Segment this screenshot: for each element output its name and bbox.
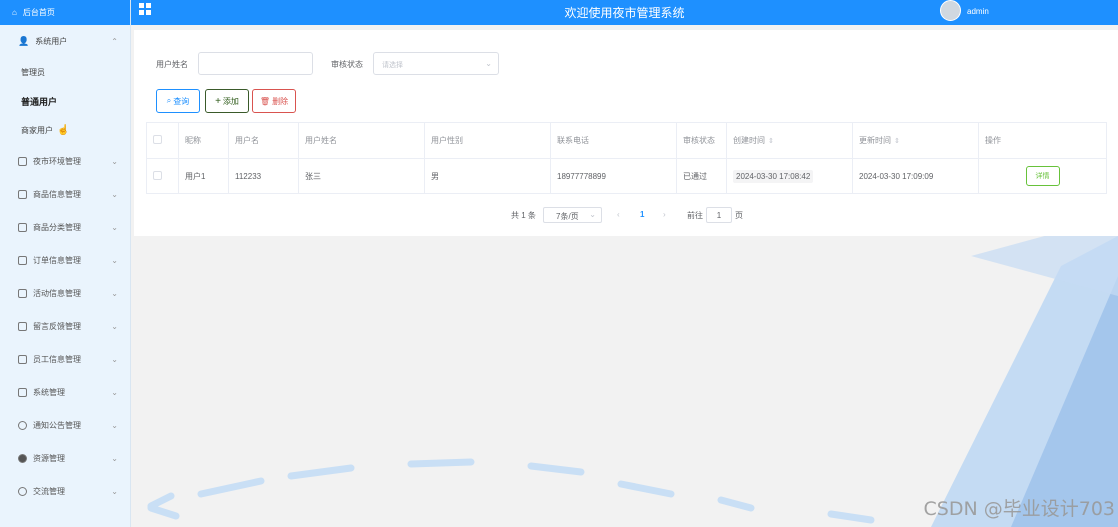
- menu-system[interactable]: 系统管理 ⌄: [0, 376, 130, 409]
- column-header-sortable[interactable]: 创建时间 ⇕: [726, 122, 853, 159]
- page-suffix: 页: [735, 211, 743, 220]
- main-panel: 用户姓名 审核状态 请选择 ⌄ ⌕ 查询 + 添加 🗑 删除 昵称 用户名 用户…: [134, 30, 1118, 236]
- sidebar-home-label: 后台首页: [22, 8, 55, 17]
- query-button[interactable]: ⌕ 查询: [156, 89, 200, 113]
- avatar[interactable]: [940, 0, 961, 21]
- pin-icon: [18, 454, 27, 463]
- column-header-sortable[interactable]: 更新时间 ⇕: [852, 122, 979, 159]
- goto-input[interactable]: 1: [706, 207, 732, 223]
- column-header: 审核状态: [676, 122, 727, 159]
- cursor-icon: ☝: [57, 125, 70, 136]
- status-filter-label: 审核状态: [331, 60, 363, 69]
- menu-communication[interactable]: 交流管理 ⌄: [0, 475, 130, 508]
- chevron-up-icon: ⌃: [111, 37, 118, 46]
- status-filter-placeholder: 请选择: [382, 62, 403, 69]
- menu-staff[interactable]: 员工信息管理 ⌄: [0, 343, 130, 376]
- doc-icon: [18, 223, 27, 232]
- column-header: 用户姓名: [298, 122, 425, 159]
- row-checkbox[interactable]: [153, 170, 162, 180]
- doc-icon: [18, 190, 27, 199]
- cell-realname: 张三: [298, 158, 425, 194]
- chat-icon: [18, 487, 27, 496]
- column-header: 联系电话: [550, 122, 677, 159]
- decorative-background: [131, 236, 1118, 527]
- pagination: 共 1 条 7条/页 ⌄ ‹ 1 › 前往 1 页: [134, 207, 1118, 223]
- chevron-down-icon: ⌄: [111, 355, 118, 364]
- select-all-checkbox[interactable]: [153, 135, 162, 144]
- detail-button[interactable]: 详情: [1025, 166, 1060, 186]
- chevron-down-icon: ⌄: [111, 388, 118, 397]
- submenu-normal-users[interactable]: 普通用户: [0, 87, 130, 116]
- chevron-down-icon: ⌄: [111, 289, 118, 298]
- username-label[interactable]: admin: [967, 7, 989, 16]
- chevron-down-icon: ⌄: [589, 210, 596, 219]
- goto-label: 前往: [687, 211, 703, 220]
- chevron-down-icon: ⌄: [485, 59, 492, 68]
- sidebar-home[interactable]: ⌂ 后台首页: [0, 0, 130, 25]
- chevron-down-icon: ⌄: [111, 487, 118, 496]
- prev-page-icon[interactable]: ‹: [617, 210, 620, 219]
- menu-goods-info[interactable]: 商品信息管理 ⌄: [0, 178, 130, 211]
- users-table: 昵称 用户名 用户姓名 用户性别 联系电话 审核状态 创建时间 ⇕ 更新时间 ⇕ 操…: [146, 122, 1107, 194]
- chevron-down-icon: ⌄: [111, 223, 118, 232]
- chevron-down-icon: ⌄: [111, 190, 118, 199]
- table-row: 用户1 112233 张三 男 18977778899 已通过 2024-03-…: [146, 158, 1107, 194]
- current-page[interactable]: 1: [640, 210, 644, 219]
- doc-icon: [18, 256, 27, 265]
- home-icon: ⌂: [12, 8, 17, 17]
- chevron-down-icon: ⌄: [111, 256, 118, 265]
- menu-orders[interactable]: 订单信息管理 ⌄: [0, 244, 130, 277]
- cell-username: 112233: [228, 158, 299, 194]
- top-bar: 欢迎使用夜市管理系统 admin: [131, 0, 1118, 25]
- background-shapes: [147, 236, 1118, 527]
- page-size-select[interactable]: 7条/页 ⌄: [543, 207, 602, 223]
- column-header: 操作: [978, 122, 1107, 159]
- next-page-icon[interactable]: ›: [663, 210, 666, 219]
- cell-phone: 18977778899: [550, 158, 677, 194]
- chevron-down-icon: ⌄: [111, 421, 118, 430]
- menu-feedback[interactable]: 留言反馈管理 ⌄: [0, 310, 130, 343]
- menu-system-users[interactable]: 👤 系统用户 ⌃: [0, 25, 130, 58]
- search-icon: ⌕: [166, 96, 172, 105]
- column-header: 用户性别: [424, 122, 551, 159]
- submenu-merchant-users[interactable]: 商家用户 ☝: [0, 116, 130, 145]
- delete-button[interactable]: 🗑 删除: [252, 89, 296, 113]
- total-count: 共 1 条: [511, 211, 536, 220]
- doc-icon: [18, 322, 27, 331]
- submenu-admin[interactable]: 管理员: [0, 58, 130, 87]
- chevron-down-icon: ⌄: [111, 322, 118, 331]
- cell-gender: 男: [424, 158, 551, 194]
- sidebar: ⌂ 后台首页 👤 系统用户 ⌃ 管理员 普通用户 商家用户 ☝ 夜市环境管理 ⌄…: [0, 0, 131, 527]
- status-filter-select[interactable]: 请选择 ⌄: [373, 52, 499, 75]
- watermark: CSDN @毕业设计703: [923, 498, 1115, 520]
- trash-icon: 🗑: [259, 96, 271, 106]
- menu-notices[interactable]: 通知公告管理 ⌄: [0, 409, 130, 442]
- doc-icon: [18, 289, 27, 298]
- column-header: 用户名: [228, 122, 299, 159]
- image-icon: [18, 388, 27, 397]
- table-header-row: 昵称 用户名 用户姓名 用户性别 联系电话 审核状态 创建时间 ⇕ 更新时间 ⇕ 操…: [146, 122, 1107, 159]
- info-icon: [18, 421, 27, 430]
- cell-created: 2024-03-30 17:08:42: [726, 158, 853, 194]
- menu-goods-category[interactable]: 商品分类管理 ⌄: [0, 211, 130, 244]
- sort-icon[interactable]: ⇕: [768, 138, 774, 145]
- doc-icon: [18, 355, 27, 364]
- cell-updated: 2024-03-30 17:09:09: [852, 158, 979, 194]
- name-filter-label: 用户姓名: [156, 60, 188, 69]
- menu-market-env[interactable]: 夜市环境管理 ⌄: [0, 145, 130, 178]
- sort-icon[interactable]: ⇕: [894, 138, 900, 145]
- chevron-down-icon: ⌄: [111, 157, 118, 166]
- name-filter-input[interactable]: [198, 52, 313, 75]
- add-button[interactable]: + 添加: [205, 89, 249, 113]
- cell-nickname: 用户1: [178, 158, 229, 194]
- chevron-down-icon: ⌄: [111, 454, 118, 463]
- cell-status: 已通过: [676, 158, 727, 194]
- plus-icon: +: [215, 95, 221, 107]
- menu-activities[interactable]: 活动信息管理 ⌄: [0, 277, 130, 310]
- doc-icon: [18, 157, 27, 166]
- user-icon: 👤: [18, 36, 30, 46]
- menu-resources[interactable]: 资源管理 ⌄: [0, 442, 130, 475]
- column-header: 昵称: [178, 122, 229, 159]
